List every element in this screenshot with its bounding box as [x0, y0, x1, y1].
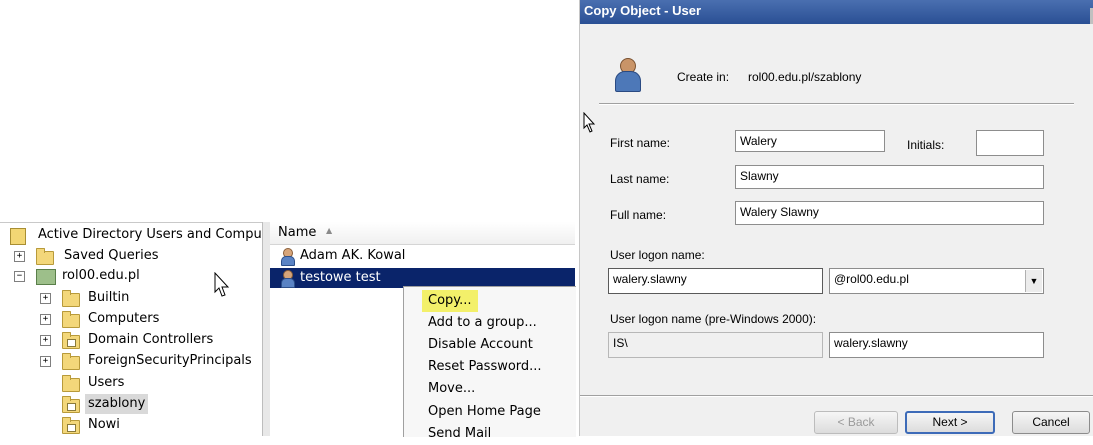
logon-name-label: User logon name: [610, 248, 705, 262]
cancel-button[interactable]: Cancel [1012, 411, 1090, 434]
tree-item-label: Nowi [88, 417, 120, 432]
ou-folder-icon [62, 417, 80, 434]
list-item-name: testowe test [300, 270, 381, 285]
last-name-input[interactable]: Slawny [735, 165, 1044, 189]
first-name-input[interactable]: Walery [735, 130, 885, 152]
copy-object-dialog: Copy Object - User Create in: rol00.edu.… [579, 0, 1093, 436]
dialog-title: Copy Object - User [584, 3, 702, 18]
tree-item-label: ForeignSecurityPrincipals [88, 353, 252, 368]
menu-item-disable-account[interactable]: Disable Account [428, 334, 533, 356]
context-menu: Copy... Add to a group... Disable Accoun… [403, 286, 576, 441]
user-icon [280, 248, 295, 266]
create-in-label: Create in: [677, 70, 730, 84]
sort-ascending-icon: ▲ [326, 226, 333, 235]
menu-item-add-to-group[interactable]: Add to a group... [428, 312, 537, 334]
chevron-down-icon[interactable]: ▼ [1025, 270, 1042, 292]
dialog-header: Create in: rol00.edu.pl/szablony [580, 24, 1093, 102]
list-item[interactable]: Adam AK. Kowal [270, 246, 575, 266]
tree-root-label: Active Directory Users and Comput [38, 227, 267, 242]
initials-label: Initials: [907, 138, 945, 152]
menu-item-open-home-page[interactable]: Open Home Page [428, 401, 541, 423]
last-name-label: Last name: [610, 172, 670, 186]
full-name-input[interactable]: Walery Slawny [735, 201, 1044, 225]
full-name-label: Full name: [610, 208, 667, 222]
mouse-pointer-icon [583, 112, 596, 133]
domain-icon [36, 269, 56, 285]
menu-item-copy[interactable]: Copy... [422, 290, 478, 312]
first-name-label: First name: [610, 136, 671, 150]
console-tree: Active Directory Users and Comput + Save… [0, 222, 267, 437]
ou-folder-icon [62, 332, 80, 349]
list-item-name: Adam AK. Kowal [300, 248, 406, 263]
footer-divider [580, 395, 1093, 397]
next-button[interactable]: Next > [905, 411, 995, 434]
create-in-value: rol00.edu.pl/szablony [748, 70, 862, 84]
pre2000-domain-field: IS\ [608, 332, 823, 358]
tree-item-label: Users [88, 375, 125, 390]
expand-icon[interactable]: + [40, 356, 51, 367]
folder-icon [62, 290, 80, 307]
back-button[interactable]: < Back [814, 411, 898, 434]
tree-item-label: Saved Queries [64, 248, 159, 263]
tree-item-label: Computers [88, 311, 160, 326]
tree-item-label: rol00.edu.pl [62, 268, 140, 283]
tree-item-label: Domain Controllers [88, 332, 214, 347]
column-header-name[interactable]: Name ▲ [270, 222, 575, 245]
folder-icon [62, 311, 80, 328]
list-item-selected[interactable]: testowe test [270, 268, 575, 288]
menu-item-reset-password[interactable]: Reset Password... [428, 356, 542, 378]
tree-item-label: Builtin [88, 290, 130, 305]
domain-suffix-value: @rol00.edu.pl [834, 272, 909, 286]
user-icon [612, 58, 642, 92]
mouse-pointer-icon [214, 272, 230, 297]
pre2000-logon-input[interactable]: walery.slawny [829, 332, 1044, 358]
expand-icon[interactable]: + [40, 314, 51, 325]
expand-icon[interactable]: + [40, 293, 51, 304]
user-icon [280, 270, 295, 288]
folder-icon [36, 248, 54, 265]
ou-folder-icon [62, 396, 80, 413]
aduc-console-icon [10, 228, 26, 245]
domain-suffix-select[interactable]: @rol00.edu.pl ▼ [829, 268, 1044, 294]
logon-name-input[interactable]: walery.slawny [608, 268, 823, 294]
expand-icon[interactable]: + [40, 335, 51, 346]
initials-input[interactable] [976, 130, 1044, 156]
folder-icon [62, 375, 80, 392]
folder-icon [62, 353, 80, 370]
menu-item-send-mail[interactable]: Send Mail [428, 423, 491, 445]
tree-item-label-selected: szablony [85, 394, 149, 414]
dialog-title-bar[interactable]: Copy Object - User [580, 0, 1093, 24]
pre2000-logon-label: User logon name (pre-Windows 2000): [610, 312, 817, 326]
collapse-icon[interactable]: − [14, 271, 25, 282]
expand-icon[interactable]: + [14, 251, 25, 262]
column-header-label: Name [278, 225, 317, 240]
menu-item-move[interactable]: Move... [428, 378, 475, 400]
header-divider [599, 103, 1074, 105]
